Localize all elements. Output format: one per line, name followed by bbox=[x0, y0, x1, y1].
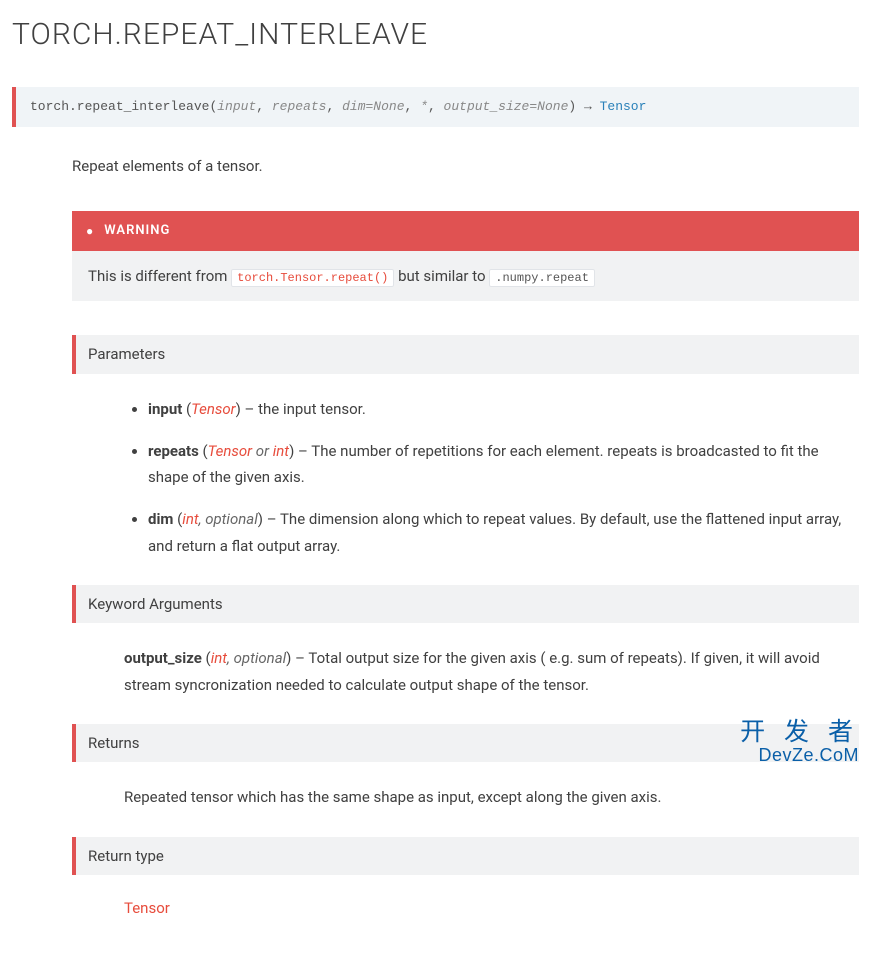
page-title: TORCH.REPEAT_INTERLEAVE bbox=[12, 12, 859, 57]
list-item: repeats (Tensor or int) – The number of … bbox=[148, 438, 843, 491]
sig-sep: , bbox=[326, 99, 342, 114]
param-name: repeats bbox=[148, 442, 199, 460]
warning-text: but similar to bbox=[398, 267, 489, 285]
function-description: Repeat elements of a tensor. bbox=[72, 155, 859, 178]
type-link[interactable]: int bbox=[273, 442, 289, 460]
type-link[interactable]: Tensor bbox=[191, 400, 235, 418]
param-desc: – the input tensor. bbox=[241, 400, 366, 418]
sig-p3: dim=None bbox=[342, 99, 404, 114]
sig-sep: , bbox=[256, 99, 272, 114]
type-link[interactable]: int bbox=[182, 510, 198, 528]
return-type-section: Return type Tensor bbox=[72, 837, 859, 920]
param-name: dim bbox=[148, 510, 173, 528]
warning-body: This is different from torch.Tensor.repe… bbox=[72, 251, 859, 302]
sig-p2: repeats bbox=[272, 99, 327, 114]
return-type-link[interactable]: Tensor bbox=[600, 99, 647, 114]
code-literal[interactable]: torch.Tensor.repeat() bbox=[231, 269, 394, 287]
function-signature: torch.repeat_interleave(input, repeats, … bbox=[12, 87, 859, 127]
list-item: input (Tensor) – the input tensor. bbox=[148, 396, 843, 422]
returns-section: Returns Repeated tensor which has the sa… bbox=[72, 724, 859, 811]
param-types: or bbox=[252, 442, 273, 460]
param-name: input bbox=[148, 400, 182, 418]
sig-p1: input bbox=[217, 99, 256, 114]
warning-text: This is different from bbox=[88, 267, 231, 285]
warning-header: ● WARNING bbox=[72, 211, 859, 251]
kwarg-item: output_size (int, optional) – Total outp… bbox=[88, 645, 843, 698]
section-header: Returns bbox=[72, 724, 859, 763]
sig-sep: , bbox=[405, 99, 421, 114]
section-header: Keyword Arguments bbox=[72, 585, 859, 624]
section-header: Return type bbox=[72, 837, 859, 876]
parameters-list: input (Tensor) – the input tensor. repea… bbox=[88, 396, 843, 559]
sig-sep: , bbox=[428, 99, 444, 114]
sig-qualname: torch.repeat_interleave bbox=[30, 99, 209, 114]
warning-label: WARNING bbox=[104, 221, 170, 241]
sig-p4: output_size=None bbox=[444, 99, 569, 114]
param-name: output_size bbox=[124, 649, 202, 667]
type-link[interactable]: int bbox=[211, 649, 227, 667]
type-link[interactable]: Tensor bbox=[124, 899, 170, 917]
param-types: optional bbox=[205, 510, 258, 528]
code-literal: .numpy.repeat bbox=[489, 269, 595, 287]
warning-admonition: ● WARNING This is different from torch.T… bbox=[72, 211, 859, 301]
list-item: dim (int, optional) – The dimension alon… bbox=[148, 506, 843, 559]
section-header: Parameters bbox=[72, 335, 859, 374]
arrow-icon: → bbox=[576, 99, 599, 114]
keyword-arguments-section: Keyword Arguments output_size (int, opti… bbox=[72, 585, 859, 698]
sig-star: * bbox=[420, 99, 428, 114]
returns-text: Repeated tensor which has the same shape… bbox=[88, 784, 843, 810]
parameters-section: Parameters input (Tensor) – the input te… bbox=[72, 335, 859, 559]
type-link[interactable]: Tensor bbox=[208, 442, 252, 460]
bullet-icon: ● bbox=[86, 222, 94, 240]
param-types: optional bbox=[234, 649, 287, 667]
